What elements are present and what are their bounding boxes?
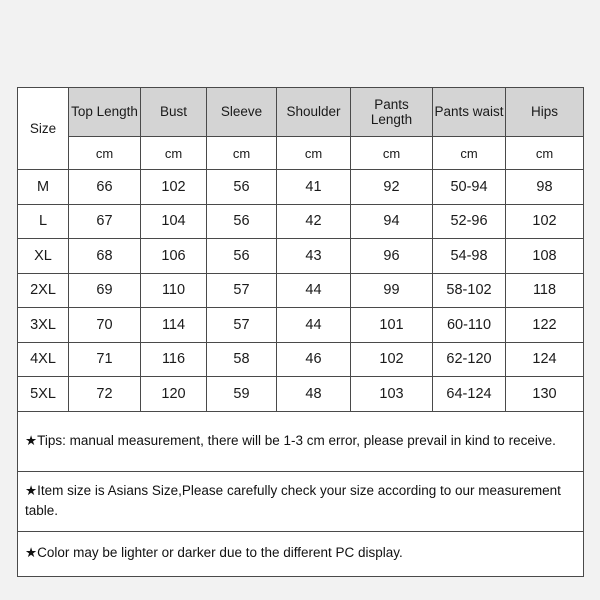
table-header-row: Size Top Length Bust Sleeve Shoulder Pan… (17, 87, 584, 170)
cell-bust: 104 (140, 203, 207, 239)
unit-cell-hips: cm (505, 136, 584, 170)
cell-shoulder: 42 (276, 203, 351, 239)
cell-shoulder: 43 (276, 238, 351, 274)
cell-shoulder: 44 (276, 272, 351, 308)
cell-bust: 102 (140, 169, 207, 205)
cell-pants-length: 92 (350, 169, 433, 205)
unit-cell-sleeve: cm (206, 136, 277, 170)
cell-top-length: 66 (68, 169, 141, 205)
cell-bust: 120 (140, 376, 207, 412)
table-unit-row: cm cm cm cm cm cm cm (18, 136, 584, 170)
unit-cell-top-length: cm (68, 136, 141, 170)
cell-pants-waist: 62-120 (432, 341, 506, 377)
cell-shoulder: 41 (276, 169, 351, 205)
cell-size: XL (17, 238, 69, 274)
unit-cell-pants-length: cm (350, 136, 433, 170)
cell-size: 5XL (17, 376, 69, 412)
cell-hips: 122 (505, 307, 584, 343)
table-row: 4XL 71 116 58 46 102 62-120 124 (17, 341, 584, 377)
cell-hips: 124 (505, 341, 584, 377)
cell-sleeve: 59 (206, 376, 277, 412)
cell-hips: 130 (505, 376, 584, 412)
table-row: M 66 102 56 41 92 50-94 98 (17, 169, 584, 205)
cell-pants-length: 96 (350, 238, 433, 274)
cell-sleeve: 56 (206, 169, 277, 205)
cell-shoulder: 44 (276, 307, 351, 343)
cell-sleeve: 57 (206, 307, 277, 343)
cell-size: 3XL (17, 307, 69, 343)
cell-top-length: 71 (68, 341, 141, 377)
note-cell: ★Color may be lighter or darker due to t… (17, 530, 584, 577)
cell-top-length: 69 (68, 272, 141, 308)
column-header-sleeve: Sleeve (206, 87, 277, 137)
cell-bust: 106 (140, 238, 207, 274)
column-header-shoulder: Shoulder (276, 87, 351, 137)
cell-pants-waist: 60-110 (432, 307, 506, 343)
cell-sleeve: 58 (206, 341, 277, 377)
cell-size: M (17, 169, 69, 205)
cell-pants-length: 103 (350, 376, 433, 412)
note-row: ★Color may be lighter or darker due to t… (17, 530, 584, 577)
column-header-hips: Hips (505, 87, 584, 137)
size-chart-table: Size Top Length Bust Sleeve Shoulder Pan… (17, 87, 584, 577)
cell-shoulder: 46 (276, 341, 351, 377)
table-row: 5XL 72 120 59 48 103 64-124 130 (17, 376, 584, 412)
table-row: L 67 104 56 42 94 52-96 102 (17, 203, 584, 239)
table-row: 2XL 69 110 57 44 99 58-102 118 (17, 272, 584, 308)
cell-top-length: 68 (68, 238, 141, 274)
cell-hips: 102 (505, 203, 584, 239)
note-cell: ★Item size is Asians Size,Please careful… (17, 470, 584, 532)
column-header-top-length: Top Length (68, 87, 141, 137)
cell-bust: 114 (140, 307, 207, 343)
cell-pants-length: 101 (350, 307, 433, 343)
cell-top-length: 67 (68, 203, 141, 239)
cell-sleeve: 56 (206, 203, 277, 239)
cell-sleeve: 56 (206, 238, 277, 274)
size-chart-container: Size Top Length Bust Sleeve Shoulder Pan… (17, 87, 584, 577)
cell-pants-length: 102 (350, 341, 433, 377)
cell-hips: 108 (505, 238, 584, 274)
star-icon: ★ (25, 432, 38, 448)
unit-cell-pants-waist: cm (432, 136, 506, 170)
note-text: Tips: manual measurement, there will be … (37, 432, 556, 448)
note-text: Color may be lighter or darker due to th… (37, 545, 403, 561)
page-root: Size Top Length Bust Sleeve Shoulder Pan… (0, 0, 600, 600)
note-row: ★Tips: manual measurement, there will be… (17, 410, 584, 472)
cell-size: 2XL (17, 272, 69, 308)
cell-hips: 118 (505, 272, 584, 308)
cell-hips: 98 (505, 169, 584, 205)
cell-pants-waist: 50-94 (432, 169, 506, 205)
unit-cell-shoulder: cm (276, 136, 351, 170)
note-cell: ★Tips: manual measurement, there will be… (17, 410, 584, 472)
cell-pants-waist: 58-102 (432, 272, 506, 308)
column-header-pants-length: Pants Length (350, 87, 433, 137)
cell-pants-waist: 64-124 (432, 376, 506, 412)
cell-size: L (17, 203, 69, 239)
note-row: ★Item size is Asians Size,Please careful… (17, 470, 584, 532)
unit-cell-bust: cm (140, 136, 207, 170)
column-header-pants-waist: Pants waist (432, 87, 506, 137)
star-icon: ★ (25, 483, 38, 499)
cell-shoulder: 48 (276, 376, 351, 412)
column-header-size: Size (17, 87, 69, 170)
cell-pants-length: 94 (350, 203, 433, 239)
note-text: Item size is Asians Size,Please carefull… (25, 483, 561, 518)
star-icon: ★ (25, 545, 38, 561)
cell-pants-waist: 52-96 (432, 203, 506, 239)
cell-size: 4XL (17, 341, 69, 377)
cell-sleeve: 57 (206, 272, 277, 308)
cell-bust: 110 (140, 272, 207, 308)
cell-top-length: 70 (68, 307, 141, 343)
cell-top-length: 72 (68, 376, 141, 412)
table-row: XL 68 106 56 43 96 54-98 108 (17, 238, 584, 274)
cell-pants-waist: 54-98 (432, 238, 506, 274)
cell-pants-length: 99 (350, 272, 433, 308)
cell-bust: 116 (140, 341, 207, 377)
column-header-bust: Bust (140, 87, 207, 137)
table-row: 3XL 70 114 57 44 101 60-110 122 (17, 307, 584, 343)
